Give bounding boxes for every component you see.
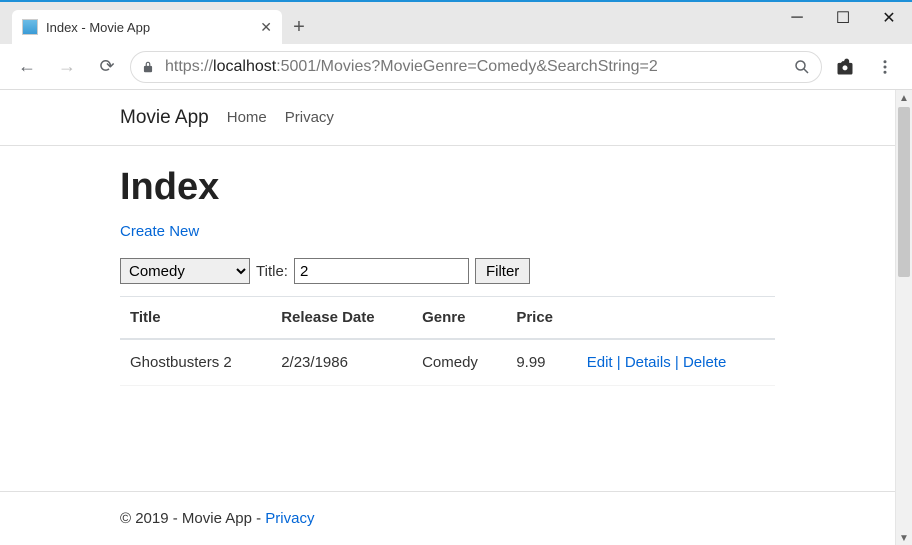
table-row: Ghostbusters 2 2/23/1986 Comedy 9.99 Edi…	[120, 339, 775, 386]
table-header-row: Title Release Date Genre Price	[120, 297, 775, 340]
window-minimize-button[interactable]: ─	[774, 2, 820, 34]
page-title: Index	[120, 166, 775, 209]
page-footer: © 2019 - Movie App - Privacy	[0, 491, 895, 545]
th-actions	[577, 297, 775, 340]
scroll-up-icon[interactable]: ▲	[896, 90, 912, 107]
url-text: https://localhost:5001/Movies?MovieGenre…	[165, 58, 783, 76]
scroll-down-icon[interactable]: ▼	[896, 530, 912, 545]
browser-tab[interactable]: Index - Movie App ✕	[12, 10, 282, 44]
title-label: Title:	[256, 263, 288, 280]
cell-release: 2/23/1986	[271, 339, 412, 386]
close-tab-icon[interactable]: ✕	[260, 19, 272, 36]
favicon-icon	[22, 19, 38, 35]
th-release: Release Date	[271, 297, 412, 340]
delete-link[interactable]: Delete	[683, 354, 726, 371]
address-bar[interactable]: https://localhost:5001/Movies?MovieGenre…	[130, 51, 822, 83]
window-close-button[interactable]: ✕	[866, 2, 912, 34]
cell-title: Ghostbusters 2	[120, 339, 271, 386]
scroll-thumb[interactable]	[898, 107, 910, 277]
url-scheme: https://	[165, 58, 213, 75]
search-input[interactable]	[294, 258, 469, 284]
url-host: localhost	[213, 58, 276, 75]
separator: |	[671, 354, 683, 371]
lock-icon	[141, 60, 155, 74]
separator: |	[613, 354, 625, 371]
url-path: :5001/Movies?MovieGenre=Comedy&SearchStr…	[276, 58, 658, 75]
genre-select[interactable]: Comedy	[120, 258, 250, 284]
menu-icon[interactable]	[868, 50, 902, 84]
new-tab-button[interactable]: +	[282, 10, 316, 44]
th-genre: Genre	[412, 297, 506, 340]
browser-tab-strip: Index - Movie App ✕ + ─ ☐ ✕	[0, 2, 912, 44]
account-icon[interactable]	[828, 50, 862, 84]
details-link[interactable]: Details	[625, 354, 671, 371]
browser-toolbar: ← → ⟳ https://localhost:5001/Movies?Movi…	[0, 44, 912, 90]
cell-genre: Comedy	[412, 339, 506, 386]
cell-price: 9.99	[506, 339, 576, 386]
create-new-link[interactable]: Create New	[120, 223, 199, 240]
footer-privacy-link[interactable]: Privacy	[265, 510, 314, 527]
zoom-icon[interactable]	[793, 58, 811, 76]
th-price: Price	[506, 297, 576, 340]
window-maximize-button[interactable]: ☐	[820, 2, 866, 34]
brand-link[interactable]: Movie App	[120, 107, 209, 129]
movies-table: Title Release Date Genre Price Ghostbust…	[120, 296, 775, 386]
nav-home-link[interactable]: Home	[227, 109, 267, 126]
nav-reload-button[interactable]: ⟳	[90, 50, 124, 84]
filter-button[interactable]: Filter	[475, 258, 530, 284]
nav-forward-button[interactable]: →	[50, 50, 84, 84]
footer-text: © 2019 - Movie App -	[120, 510, 265, 527]
tab-title: Index - Movie App	[46, 20, 252, 35]
cell-actions: Edit | Details | Delete	[577, 339, 775, 386]
edit-link[interactable]: Edit	[587, 354, 613, 371]
nav-privacy-link[interactable]: Privacy	[285, 109, 334, 126]
site-navbar: Movie App Home Privacy	[0, 90, 895, 146]
vertical-scrollbar[interactable]: ▲ ▼	[895, 90, 912, 545]
nav-back-button[interactable]: ←	[10, 50, 44, 84]
th-title: Title	[120, 297, 271, 340]
search-form: Comedy Title: Filter	[120, 258, 775, 284]
